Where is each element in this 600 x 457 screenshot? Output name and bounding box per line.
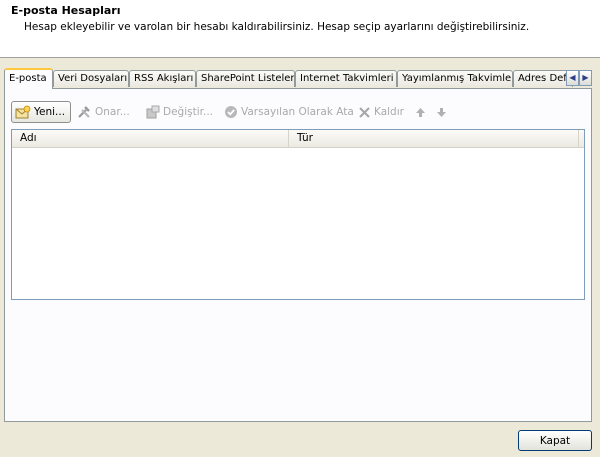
change-icon xyxy=(146,105,160,119)
page-subtitle: Hesap ekleyebilir ve varolan bir hesabı … xyxy=(24,21,530,33)
tab-scroll-left-icon[interactable]: ◀ xyxy=(566,70,579,86)
new-account-label: Yeni... xyxy=(34,106,66,118)
tab-address-books[interactable]: Adres Defterleri xyxy=(513,70,573,87)
account-list[interactable]: Adı Tür xyxy=(11,129,585,300)
remove-button[interactable]: Kaldır xyxy=(358,101,404,123)
email-tab-panel: Yeni... Onar... Değiştir... Varsayılan O… xyxy=(4,88,592,422)
toolbar: Yeni... Onar... Değiştir... Varsayılan O… xyxy=(11,101,571,123)
move-up-button[interactable] xyxy=(415,101,429,123)
dialog-header: E-posta Hesapları Hesap ekleyebilir ve v… xyxy=(0,0,600,58)
tab-published-calendars[interactable]: Yayımlanmış Takvimler xyxy=(397,70,513,87)
tab-strip: E-posta Veri Dosyaları RSS Akışları Shar… xyxy=(4,68,594,89)
set-default-label: Varsayılan Olarak Ata xyxy=(241,106,354,118)
change-button[interactable]: Değiştir... xyxy=(146,101,213,123)
page-title: E-posta Hesapları xyxy=(11,4,121,17)
tab-data-files[interactable]: Veri Dosyaları xyxy=(53,70,129,87)
change-label: Değiştir... xyxy=(163,106,213,118)
remove-label: Kaldır xyxy=(374,106,404,118)
column-header-type[interactable]: Tür xyxy=(289,130,579,147)
move-down-button[interactable] xyxy=(436,101,450,123)
checkmark-icon xyxy=(224,105,238,119)
tab-rss-feeds[interactable]: RSS Akışları xyxy=(129,70,196,87)
repair-button[interactable]: Onar... xyxy=(77,101,130,123)
tab-email[interactable]: E-posta xyxy=(4,68,53,89)
repair-label: Onar... xyxy=(95,106,130,118)
remove-x-icon xyxy=(358,106,371,119)
new-account-button[interactable]: Yeni... xyxy=(11,101,72,123)
new-account-icon xyxy=(15,105,31,119)
list-header: Adı Tür xyxy=(12,130,584,148)
arrow-down-icon xyxy=(436,107,447,118)
close-button[interactable]: Kapat xyxy=(518,430,592,451)
tab-sharepoint-lists[interactable]: SharePoint Listeleri xyxy=(196,70,295,87)
tools-icon xyxy=(77,105,92,119)
arrow-up-icon xyxy=(415,107,426,118)
column-header-name[interactable]: Adı xyxy=(12,130,289,147)
tab-internet-calendars[interactable]: Internet Takvimleri xyxy=(295,70,397,87)
tab-scroll-buttons: ◀ ▶ xyxy=(566,70,592,86)
set-default-button[interactable]: Varsayılan Olarak Ata xyxy=(224,101,354,123)
tab-scroll-right-icon[interactable]: ▶ xyxy=(579,70,592,86)
